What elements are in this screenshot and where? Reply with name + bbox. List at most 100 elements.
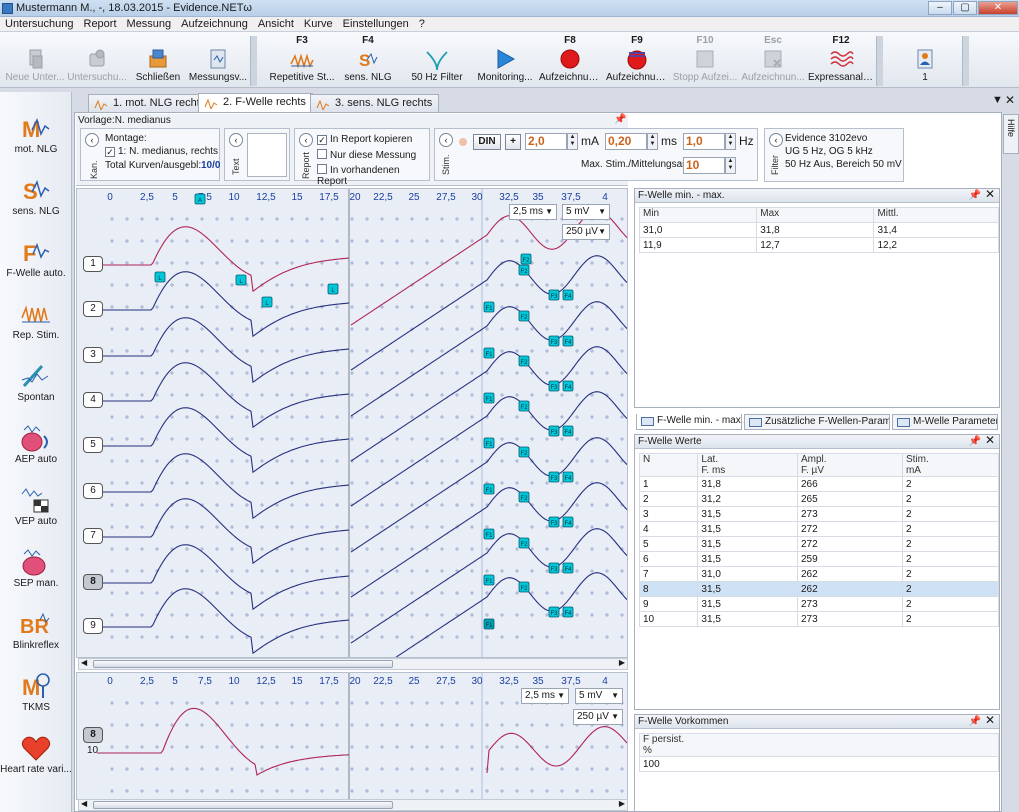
wave-marker[interactable]: F1 bbox=[483, 618, 495, 630]
record-button[interactable]: F8 Aufzeichnun... bbox=[539, 32, 601, 88]
nav-f-wave-auto[interactable]: F F-Welle auto. bbox=[0, 234, 72, 292]
tab-extra-params[interactable]: Zusätzliche F-Wellen-Param... bbox=[744, 414, 890, 430]
detail-sensitivity-dropdown[interactable]: 5 mV bbox=[575, 688, 623, 704]
minmax-row[interactable]: 31,0 31,8 31,4 bbox=[638, 222, 999, 238]
wave-marker[interactable]: F2 bbox=[518, 355, 530, 367]
wave-marker[interactable]: F2 bbox=[518, 446, 530, 458]
wave-marker[interactable]: F3 bbox=[548, 471, 560, 483]
tab-close-icon[interactable]: ✕ bbox=[1005, 93, 1015, 107]
nav-mot-nlg[interactable]: M mot. NLG bbox=[0, 110, 72, 168]
column-header[interactable]: Min bbox=[638, 207, 758, 223]
tab-mwave-params[interactable]: M-Welle Parameter bbox=[892, 414, 998, 430]
frequency-stepper[interactable]: ▲ ▼ bbox=[725, 133, 736, 150]
wave-marker[interactable]: F1 bbox=[483, 528, 495, 540]
wave-marker[interactable]: F4 bbox=[562, 471, 574, 483]
montage-collapse-button[interactable]: ‹ bbox=[85, 133, 99, 147]
current-field[interactable]: 2,0 bbox=[525, 133, 567, 150]
trace-label-9[interactable]: 9 bbox=[83, 618, 103, 634]
existing-report-checkbox[interactable] bbox=[317, 164, 327, 174]
wave-marker[interactable]: F4 bbox=[562, 335, 574, 347]
close-window-button[interactable]: ✕ bbox=[978, 1, 1018, 15]
trace-label-5[interactable]: 5 bbox=[83, 437, 103, 453]
panel-pin-icon[interactable]: 📌 bbox=[614, 114, 626, 125]
wave-marker[interactable]: F1 bbox=[483, 347, 495, 359]
nav-vep-auto[interactable]: VEP auto bbox=[0, 482, 72, 540]
wave-marker[interactable]: L bbox=[235, 274, 247, 286]
values-row[interactable]: 8 31,5 262 2 bbox=[638, 581, 1000, 597]
wave-marker[interactable]: F4 bbox=[562, 606, 574, 618]
wave-marker[interactable]: F2 bbox=[518, 310, 530, 322]
cancel-record-button[interactable]: Esc Aufzeichnun... bbox=[740, 32, 806, 88]
nav-heart-rate[interactable]: Heart rate vari... bbox=[0, 730, 72, 788]
wave-marker[interactable]: F2 bbox=[518, 400, 530, 412]
express-analysis-button[interactable]: F12 Expressanaly... bbox=[808, 32, 874, 88]
trace-label-3[interactable]: 3 bbox=[83, 347, 103, 363]
trace-horizontal-scrollbar[interactable]: ◀ ▶ bbox=[78, 658, 628, 670]
scroll-right-icon[interactable]: ▶ bbox=[619, 658, 625, 667]
frequency-field[interactable]: 1,0 bbox=[683, 133, 725, 150]
toolbar-grip-3[interactable] bbox=[962, 36, 969, 86]
wave-marker[interactable]: F1 bbox=[483, 392, 495, 404]
column-header[interactable]: Max bbox=[756, 207, 875, 223]
montage-checkbox[interactable]: ✓ bbox=[105, 147, 115, 157]
close-icon[interactable]: ✕ bbox=[985, 714, 995, 727]
minmax-row[interactable]: 11,9 12,7 12,2 bbox=[638, 237, 999, 253]
column-header[interactable]: Ampl. F. µV bbox=[797, 453, 903, 477]
wave-marker[interactable]: F2 bbox=[518, 491, 530, 503]
close-icon[interactable]: ✕ bbox=[985, 434, 995, 447]
measure-settings-button[interactable]: Messungsv... bbox=[188, 32, 248, 88]
scroll-thumb[interactable] bbox=[93, 801, 393, 809]
din-button[interactable]: DIN bbox=[473, 134, 501, 150]
menu-report[interactable]: Report bbox=[79, 17, 122, 31]
text-collapse-button[interactable]: ‹ bbox=[229, 133, 243, 147]
values-row[interactable]: 1 31,8 266 2 bbox=[638, 476, 1000, 492]
values-row[interactable]: 5 31,5 272 2 bbox=[638, 536, 1000, 552]
values-row[interactable]: 9 31,5 273 2 bbox=[638, 596, 1000, 612]
wave-marker[interactable]: F1 bbox=[483, 483, 495, 495]
polarity-plus-button[interactable]: + bbox=[505, 134, 521, 150]
duration-stepper[interactable]: ▲ ▼ bbox=[647, 133, 658, 150]
wave-marker[interactable]: F4 bbox=[562, 425, 574, 437]
scroll-thumb[interactable] bbox=[93, 660, 393, 668]
maximize-button[interactable]: ▢ bbox=[953, 1, 977, 15]
wave-marker[interactable]: L bbox=[261, 296, 273, 308]
wave-marker[interactable]: F4 bbox=[562, 562, 574, 574]
max-stim-stepper[interactable]: ▲ ▼ bbox=[725, 157, 736, 174]
values-row[interactable]: 10 31,5 273 2 bbox=[638, 611, 1000, 627]
wave-marker[interactable]: F3 bbox=[548, 335, 560, 347]
wave-marker[interactable]: L bbox=[327, 283, 339, 295]
persist-row[interactable]: 100 bbox=[639, 756, 999, 772]
detail-trace-label[interactable]: 8 bbox=[83, 727, 103, 743]
f-wave-traces[interactable]: 02,557,51012,51517,52022,52527,53032,535… bbox=[77, 189, 628, 658]
trace-label-8[interactable]: 8 bbox=[83, 574, 103, 590]
trace-label-7[interactable]: 7 bbox=[83, 528, 103, 544]
help-side-tab[interactable]: Hilfe bbox=[1003, 114, 1019, 154]
values-row[interactable]: 7 31,0 262 2 bbox=[638, 566, 1000, 582]
existing-report-option[interactable]: In vorhandenen Report bbox=[317, 164, 429, 187]
tab-sens-nlg[interactable]: 3. sens. NLG rechts bbox=[310, 94, 440, 112]
wave-marker[interactable]: F2 bbox=[518, 537, 530, 549]
tab-mot-nlg[interactable]: 1. mot. NLG rechts bbox=[88, 94, 213, 112]
menu-help[interactable]: ? bbox=[414, 17, 430, 31]
wave-marker[interactable]: F3 bbox=[548, 606, 560, 618]
filter-50hz-button[interactable]: 50 Hz Filter bbox=[406, 32, 468, 88]
tab-f-wave[interactable]: 2. F-Welle rechts bbox=[198, 93, 313, 112]
filter-collapse-button[interactable]: ‹ bbox=[769, 133, 783, 147]
only-this-option[interactable]: Nur diese Messung bbox=[317, 149, 416, 161]
user-button[interactable]: 1 bbox=[898, 32, 952, 88]
timebase-dropdown[interactable]: 2,5 ms bbox=[509, 204, 557, 220]
pin-icon[interactable]: 📌 bbox=[969, 189, 981, 202]
wave-marker[interactable]: F2 bbox=[518, 581, 530, 593]
tab-overflow-icon[interactable]: ▼ bbox=[992, 94, 1003, 106]
wave-marker[interactable]: F4 bbox=[562, 289, 574, 301]
wave-marker[interactable]: F3 bbox=[548, 289, 560, 301]
tab-fwave-minmax[interactable]: F-Welle min. - max. bbox=[636, 414, 742, 430]
wave-marker[interactable]: F3 bbox=[548, 562, 560, 574]
report-collapse-button[interactable]: ‹ bbox=[299, 133, 313, 147]
copy-to-report-option[interactable]: ✓ In Report kopieren bbox=[317, 134, 412, 145]
new-exam-button[interactable]: Neue Unter... bbox=[4, 32, 66, 88]
stop-record-button[interactable]: F10 Stopp Aufzei... bbox=[672, 32, 738, 88]
wave-marker[interactable]: F1 bbox=[483, 437, 495, 449]
close-icon[interactable]: ✕ bbox=[985, 188, 995, 201]
repetitive-stim-button[interactable]: F3 Repetitive St... bbox=[268, 32, 336, 88]
